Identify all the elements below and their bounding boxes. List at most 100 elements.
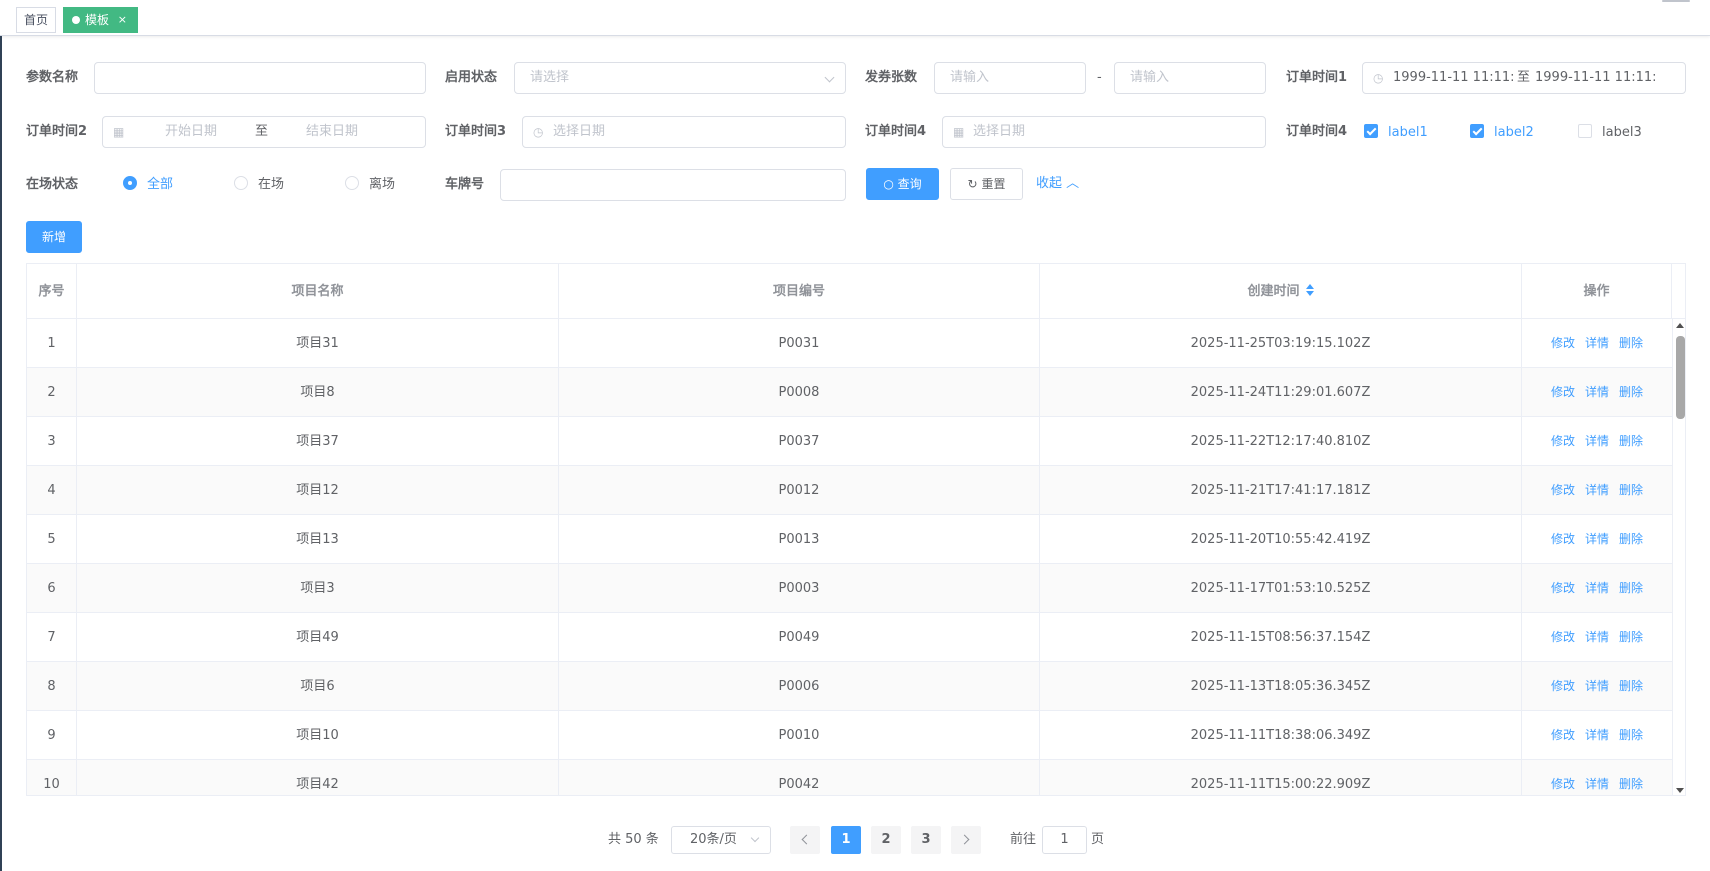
edit-link[interactable]: 修改 — [1551, 728, 1575, 742]
status-select[interactable]: 请选择 — [514, 62, 846, 94]
order-time2-end[interactable]: 结束日期 — [306, 117, 358, 147]
radio-left[interactable]: 离场 — [345, 176, 395, 194]
checkbox-box[interactable] — [1364, 124, 1378, 138]
cell-actions: 修改 详情 删除 — [1522, 760, 1672, 795]
order-time3-picker[interactable]: ◷ 选择日期 — [522, 116, 846, 148]
col-created-label: 创建时间 — [1247, 284, 1300, 299]
checkbox-label1[interactable]: label1 — [1364, 124, 1428, 142]
detail-link[interactable]: 详情 — [1585, 581, 1609, 595]
radio-label: 在场 — [258, 177, 285, 192]
page-3-button[interactable]: 3 — [911, 826, 941, 854]
checkbox-box[interactable] — [1470, 124, 1484, 138]
detail-link[interactable]: 详情 — [1585, 483, 1609, 497]
checkbox-label: label1 — [1388, 125, 1428, 140]
radio-circle[interactable] — [345, 176, 359, 190]
next-page-button[interactable] — [951, 826, 981, 854]
col-actions: 操作 — [1522, 264, 1672, 319]
chevron-down-icon — [750, 833, 760, 843]
cell-code: P0013 — [559, 515, 1040, 564]
edit-link[interactable]: 修改 — [1551, 679, 1575, 693]
query-button[interactable]: ○ 查询 — [866, 168, 939, 200]
param-name-input[interactable] — [94, 62, 426, 94]
reset-button[interactable]: ↻ 重置 — [950, 168, 1023, 200]
edit-link[interactable]: 修改 — [1551, 385, 1575, 399]
window-handle — [1662, 0, 1690, 2]
calendar-icon: ▦ — [113, 125, 125, 139]
order-time2-start[interactable]: 开始日期 — [165, 117, 217, 147]
order-time4-picker[interactable]: ▦ 选择日期 — [942, 116, 1266, 148]
cell-actions: 修改 详情 删除 — [1522, 417, 1672, 466]
col-name: 项目名称 — [77, 264, 559, 319]
edit-link[interactable]: 修改 — [1551, 532, 1575, 546]
table-row: 7 项目49 P0049 2025-11-15T08:56:37.154Z 修改 详情 删除 — [27, 613, 1672, 662]
radio-circle[interactable] — [234, 176, 248, 190]
delete-link[interactable]: 删除 — [1619, 777, 1643, 791]
edit-link[interactable]: 修改 — [1551, 434, 1575, 448]
delete-link[interactable]: 删除 — [1619, 385, 1643, 399]
delete-link[interactable]: 删除 — [1619, 581, 1643, 595]
count-min-input[interactable]: 请输入 — [934, 62, 1086, 94]
cell-code: P0031 — [559, 319, 1040, 368]
edit-link[interactable]: 修改 — [1551, 483, 1575, 497]
detail-link[interactable]: 详情 — [1585, 532, 1609, 546]
refresh-icon: ↻ — [967, 177, 978, 191]
cell-actions: 修改 详情 删除 — [1522, 662, 1672, 711]
collapse-link-label: 收起 — [1036, 176, 1063, 191]
add-button[interactable]: 新增 — [26, 221, 82, 253]
edit-link[interactable]: 修改 — [1551, 777, 1575, 791]
tab-template[interactable]: 模板 × — [63, 7, 138, 33]
delete-link[interactable]: 删除 — [1619, 483, 1643, 497]
tab-home[interactable]: 首页 — [16, 7, 56, 33]
table-scrollbar[interactable] — [1672, 319, 1685, 795]
delete-link[interactable]: 删除 — [1619, 336, 1643, 350]
scroll-thumb[interactable] — [1676, 336, 1685, 419]
order-time1-range[interactable]: ◷ 1999-11-11 11:11: 至 1999-11-11 11:11: — [1362, 62, 1686, 94]
edit-link[interactable]: 修改 — [1551, 336, 1575, 350]
checkbox-label: label3 — [1602, 125, 1642, 140]
order-time1-start[interactable]: 1999-11-11 11:11: — [1393, 63, 1515, 93]
detail-link[interactable]: 详情 — [1585, 434, 1609, 448]
close-icon[interactable]: × — [118, 8, 127, 32]
cell-code: P0042 — [559, 760, 1040, 795]
detail-link[interactable]: 详情 — [1585, 630, 1609, 644]
edit-link[interactable]: 修改 — [1551, 630, 1575, 644]
count-max-input[interactable]: 请输入 — [1114, 62, 1266, 94]
sort-icon[interactable] — [1305, 284, 1314, 296]
detail-link[interactable]: 详情 — [1585, 385, 1609, 399]
goto-page-input[interactable]: 1 — [1042, 826, 1087, 854]
order-time2-range[interactable]: ▦ 开始日期 至 结束日期 — [102, 116, 426, 148]
detail-link[interactable]: 详情 — [1585, 728, 1609, 742]
scroll-down-icon[interactable] — [1676, 788, 1684, 793]
checkbox-label3[interactable]: label3 — [1578, 124, 1642, 142]
detail-link[interactable]: 详情 — [1585, 679, 1609, 693]
delete-link[interactable]: 删除 — [1619, 532, 1643, 546]
order-time4-label: 订单时间4 — [865, 124, 927, 139]
plate-input[interactable] — [500, 169, 846, 201]
page-2-button[interactable]: 2 — [871, 826, 901, 854]
scroll-up-icon[interactable] — [1676, 323, 1684, 328]
table-row: 4 项目12 P0012 2025-11-21T17:41:17.181Z 修改 详情 删除 — [27, 466, 1672, 515]
order-time1-end[interactable]: 1999-11-11 11:11: — [1535, 63, 1657, 93]
detail-link[interactable]: 详情 — [1585, 777, 1609, 791]
delete-link[interactable]: 删除 — [1619, 630, 1643, 644]
chevron-left-icon — [801, 834, 812, 845]
page-size-select[interactable]: 20条/页 — [671, 826, 771, 854]
cell-created: 2025-11-15T08:56:37.154Z — [1040, 613, 1522, 662]
table-row: 3 项目37 P0037 2025-11-22T12:17:40.810Z 修改 详情 删除 — [27, 417, 1672, 466]
prev-page-button[interactable] — [790, 826, 820, 854]
radio-circle[interactable] — [123, 176, 137, 190]
checkbox-label2[interactable]: label2 — [1470, 124, 1534, 142]
delete-link[interactable]: 删除 — [1619, 728, 1643, 742]
radio-present[interactable]: 在场 — [234, 176, 284, 194]
order-time1-label: 订单时间1 — [1286, 70, 1348, 85]
radio-all[interactable]: 全部 — [123, 176, 173, 194]
detail-link[interactable]: 详情 — [1585, 336, 1609, 350]
edit-link[interactable]: 修改 — [1551, 581, 1575, 595]
delete-link[interactable]: 删除 — [1619, 679, 1643, 693]
collapse-link[interactable]: 收起 ︿ — [1036, 168, 1079, 200]
page-1-button[interactable]: 1 — [831, 826, 861, 854]
checkbox-box[interactable] — [1578, 124, 1592, 138]
col-created[interactable]: 创建时间 — [1040, 264, 1522, 319]
cell-actions: 修改 详情 删除 — [1522, 613, 1672, 662]
delete-link[interactable]: 删除 — [1619, 434, 1643, 448]
